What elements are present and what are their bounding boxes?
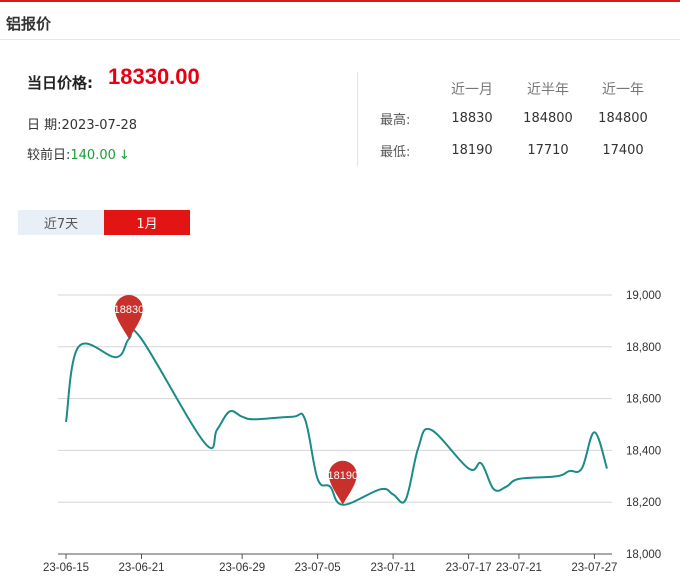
price-stats-table: 近一月 近半年 近一年 最高: 18830 184800 184800 最低: … [380, 76, 662, 166]
vertical-divider [357, 72, 358, 166]
y-tick-label: 18,000 [626, 549, 661, 561]
marker-label: 18190 [327, 470, 358, 482]
compare-row: 较前日:140.00 ↓ [27, 144, 130, 163]
x-tick-label: 23-06-21 [118, 562, 164, 574]
tab-7-days[interactable]: 近7天 [18, 210, 104, 235]
x-tick-label: 23-07-11 [371, 562, 416, 574]
y-tick-label: 18,400 [626, 445, 661, 457]
stats-col-half-year: 近半年 [527, 82, 569, 98]
date-row: 日 期:2023-07-28 [27, 114, 137, 133]
y-tick-label: 18,200 [626, 497, 661, 509]
x-tick-label: 23-06-15 [43, 562, 89, 574]
stats-high-label: 最高: [380, 112, 411, 128]
date-label: 日 期: [27, 118, 62, 133]
stats-cell: 184800 [523, 110, 573, 126]
range-tabs: 近7天 1月 [18, 210, 190, 235]
x-tick-label: 23-07-05 [295, 562, 341, 574]
down-arrow-icon: ↓ [118, 148, 130, 163]
stats-cell: 17400 [602, 142, 644, 158]
today-price-label: 当日价格: [27, 74, 93, 92]
compare-label: 较前日: [27, 148, 71, 163]
x-tick-label: 23-07-27 [571, 562, 617, 574]
stats-cell: 18830 [451, 110, 493, 126]
stats-col-year: 近一年 [602, 82, 644, 98]
stats-row-low: 最低: 18190 17710 17400 [380, 134, 662, 166]
date-value: 2023-07-28 [61, 118, 138, 133]
x-tick-label: 23-07-17 [446, 562, 492, 574]
stats-cell: 184800 [598, 110, 648, 126]
stats-row-high: 最高: 18830 184800 184800 [380, 102, 662, 134]
marker-label: 18830 [114, 304, 145, 316]
marker-pin [328, 460, 357, 505]
stats-col-month: 近一月 [451, 82, 493, 98]
panel-title: 铝报价 [6, 15, 52, 33]
panel-header: 铝报价 [0, 2, 680, 40]
compare-value: 140.00 [70, 148, 116, 163]
marker-pin [114, 295, 143, 340]
tab-1-month[interactable]: 1月 [104, 210, 190, 235]
price-line-chart: 19,000 18,800 18,600 18,400 18,200 18,000 23-0… [43, 290, 661, 574]
stats-cell: 17710 [527, 142, 569, 158]
stats-low-label: 最低: [380, 144, 411, 160]
y-tick-label: 19,000 [626, 290, 661, 302]
x-tick-label: 23-06-29 [219, 562, 265, 574]
today-price-value: 18330.00 [108, 64, 200, 89]
y-tick-label: 18,600 [626, 394, 661, 406]
y-tick-label: 18,800 [626, 342, 661, 354]
stats-cell: 18190 [451, 142, 493, 158]
x-tick-label: 23-07-21 [496, 562, 542, 574]
